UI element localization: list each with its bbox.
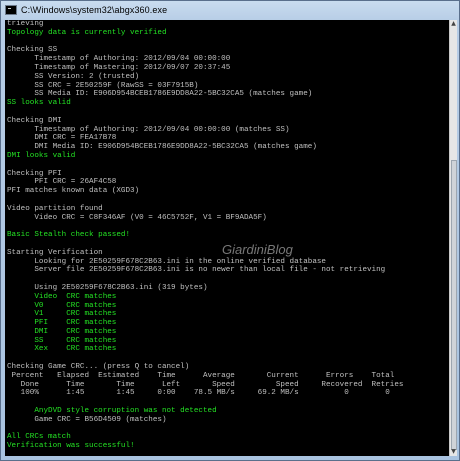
console-line: Video CRC matches (7, 292, 117, 301)
console-line: Using 2E50259F678C2B63.ini (319 bytes) (7, 283, 208, 292)
console-line: Video partition found (7, 204, 103, 213)
console-line: SS looks valid (7, 99, 71, 108)
console-line: PFI CRC matches (7, 319, 117, 328)
console-line: Video CRC = C8F346AF (V0 = 46C5752F, V1 … (7, 213, 267, 222)
console-line: Basic Stealth check passed! (7, 231, 131, 240)
scroll-thumb[interactable] (451, 160, 457, 450)
console-line: SS Media ID: E906D954BCEB1786E9DD8A22-5B… (7, 90, 313, 99)
console-line: Timestamp of Mastering: 2012/09/07 20:37… (7, 63, 231, 72)
console-line: DMI CRC = FEA17B78 (7, 134, 117, 143)
console-line: PFI CRC = 26AF4C58 (7, 178, 117, 187)
console-line: Game CRC = B56D4509 (matches) (7, 415, 167, 424)
console-line: SS CRC matches (7, 336, 117, 345)
console-line: Checking DMI (7, 116, 62, 125)
console-line: Checking PFI (7, 169, 62, 178)
console-line: Topology data is currently verified (7, 28, 167, 37)
watermark-text: GiardiniBlog (222, 242, 293, 257)
console-line: Timestamp of Authoring: 2012/09/04 00:00… (7, 125, 290, 134)
console-line: Verification was successful! (7, 442, 135, 451)
console-lines: trieving Topology data is currently verif… (7, 20, 449, 456)
title-bar[interactable]: C:\Windows\system32\abgx360.exe (1, 1, 459, 19)
console-line: SS Version: 2 (trusted) (7, 72, 140, 81)
console-line: Xex CRC matches (7, 345, 117, 354)
console-line: PFI matches known data (XGD3) (7, 187, 140, 196)
vertical-scrollbar[interactable]: ▲ ▼ (449, 20, 457, 456)
console-line: Percent Elapsed Estimated Time Average C… (7, 371, 395, 380)
scroll-up-arrow-icon[interactable]: ▲ (450, 20, 457, 28)
console-line: Checking Game CRC... (press Q to cancel) (7, 363, 190, 372)
console-line: DMI Media ID: E906D954BCEB1786E9DD8A22-5… (7, 143, 317, 152)
console-line: AnyDVD style corruption was not detected (7, 407, 217, 416)
console-line: Checking SS (7, 46, 58, 55)
console-window: C:\Windows\system32\abgx360.exe trieving… (0, 0, 460, 461)
console-line: V1 CRC matches (7, 310, 117, 319)
console-line: Server file 2E50259F678C2B63.ini is no n… (7, 266, 386, 275)
console-line: trieving (7, 20, 44, 28)
console-line: All CRCs match (7, 433, 71, 442)
console-output[interactable]: trieving Topology data is currently verif… (5, 20, 449, 456)
window-title: C:\Windows\system32\abgx360.exe (21, 5, 168, 15)
console-line: DMI looks valid (7, 151, 76, 160)
console-app-icon (5, 5, 17, 15)
console-line: V0 CRC matches (7, 301, 117, 310)
console-line: Looking for 2E50259F678C2B63.ini in the … (7, 257, 326, 266)
console-line: Timestamp of Authoring: 2012/09/04 00:00… (7, 55, 231, 64)
console-line: DMI CRC matches (7, 327, 117, 336)
scroll-down-arrow-icon[interactable]: ▼ (450, 448, 457, 456)
console-line: SS CRC = 2E50259F (RawSS = 03F7915B) (7, 81, 199, 90)
console-line: 100% 1:45 1:45 0:00 78.5 MB/s 69.2 MB/s … (7, 389, 390, 398)
console-line: Done Time Time Left Speed Speed Recovere… (7, 380, 404, 389)
